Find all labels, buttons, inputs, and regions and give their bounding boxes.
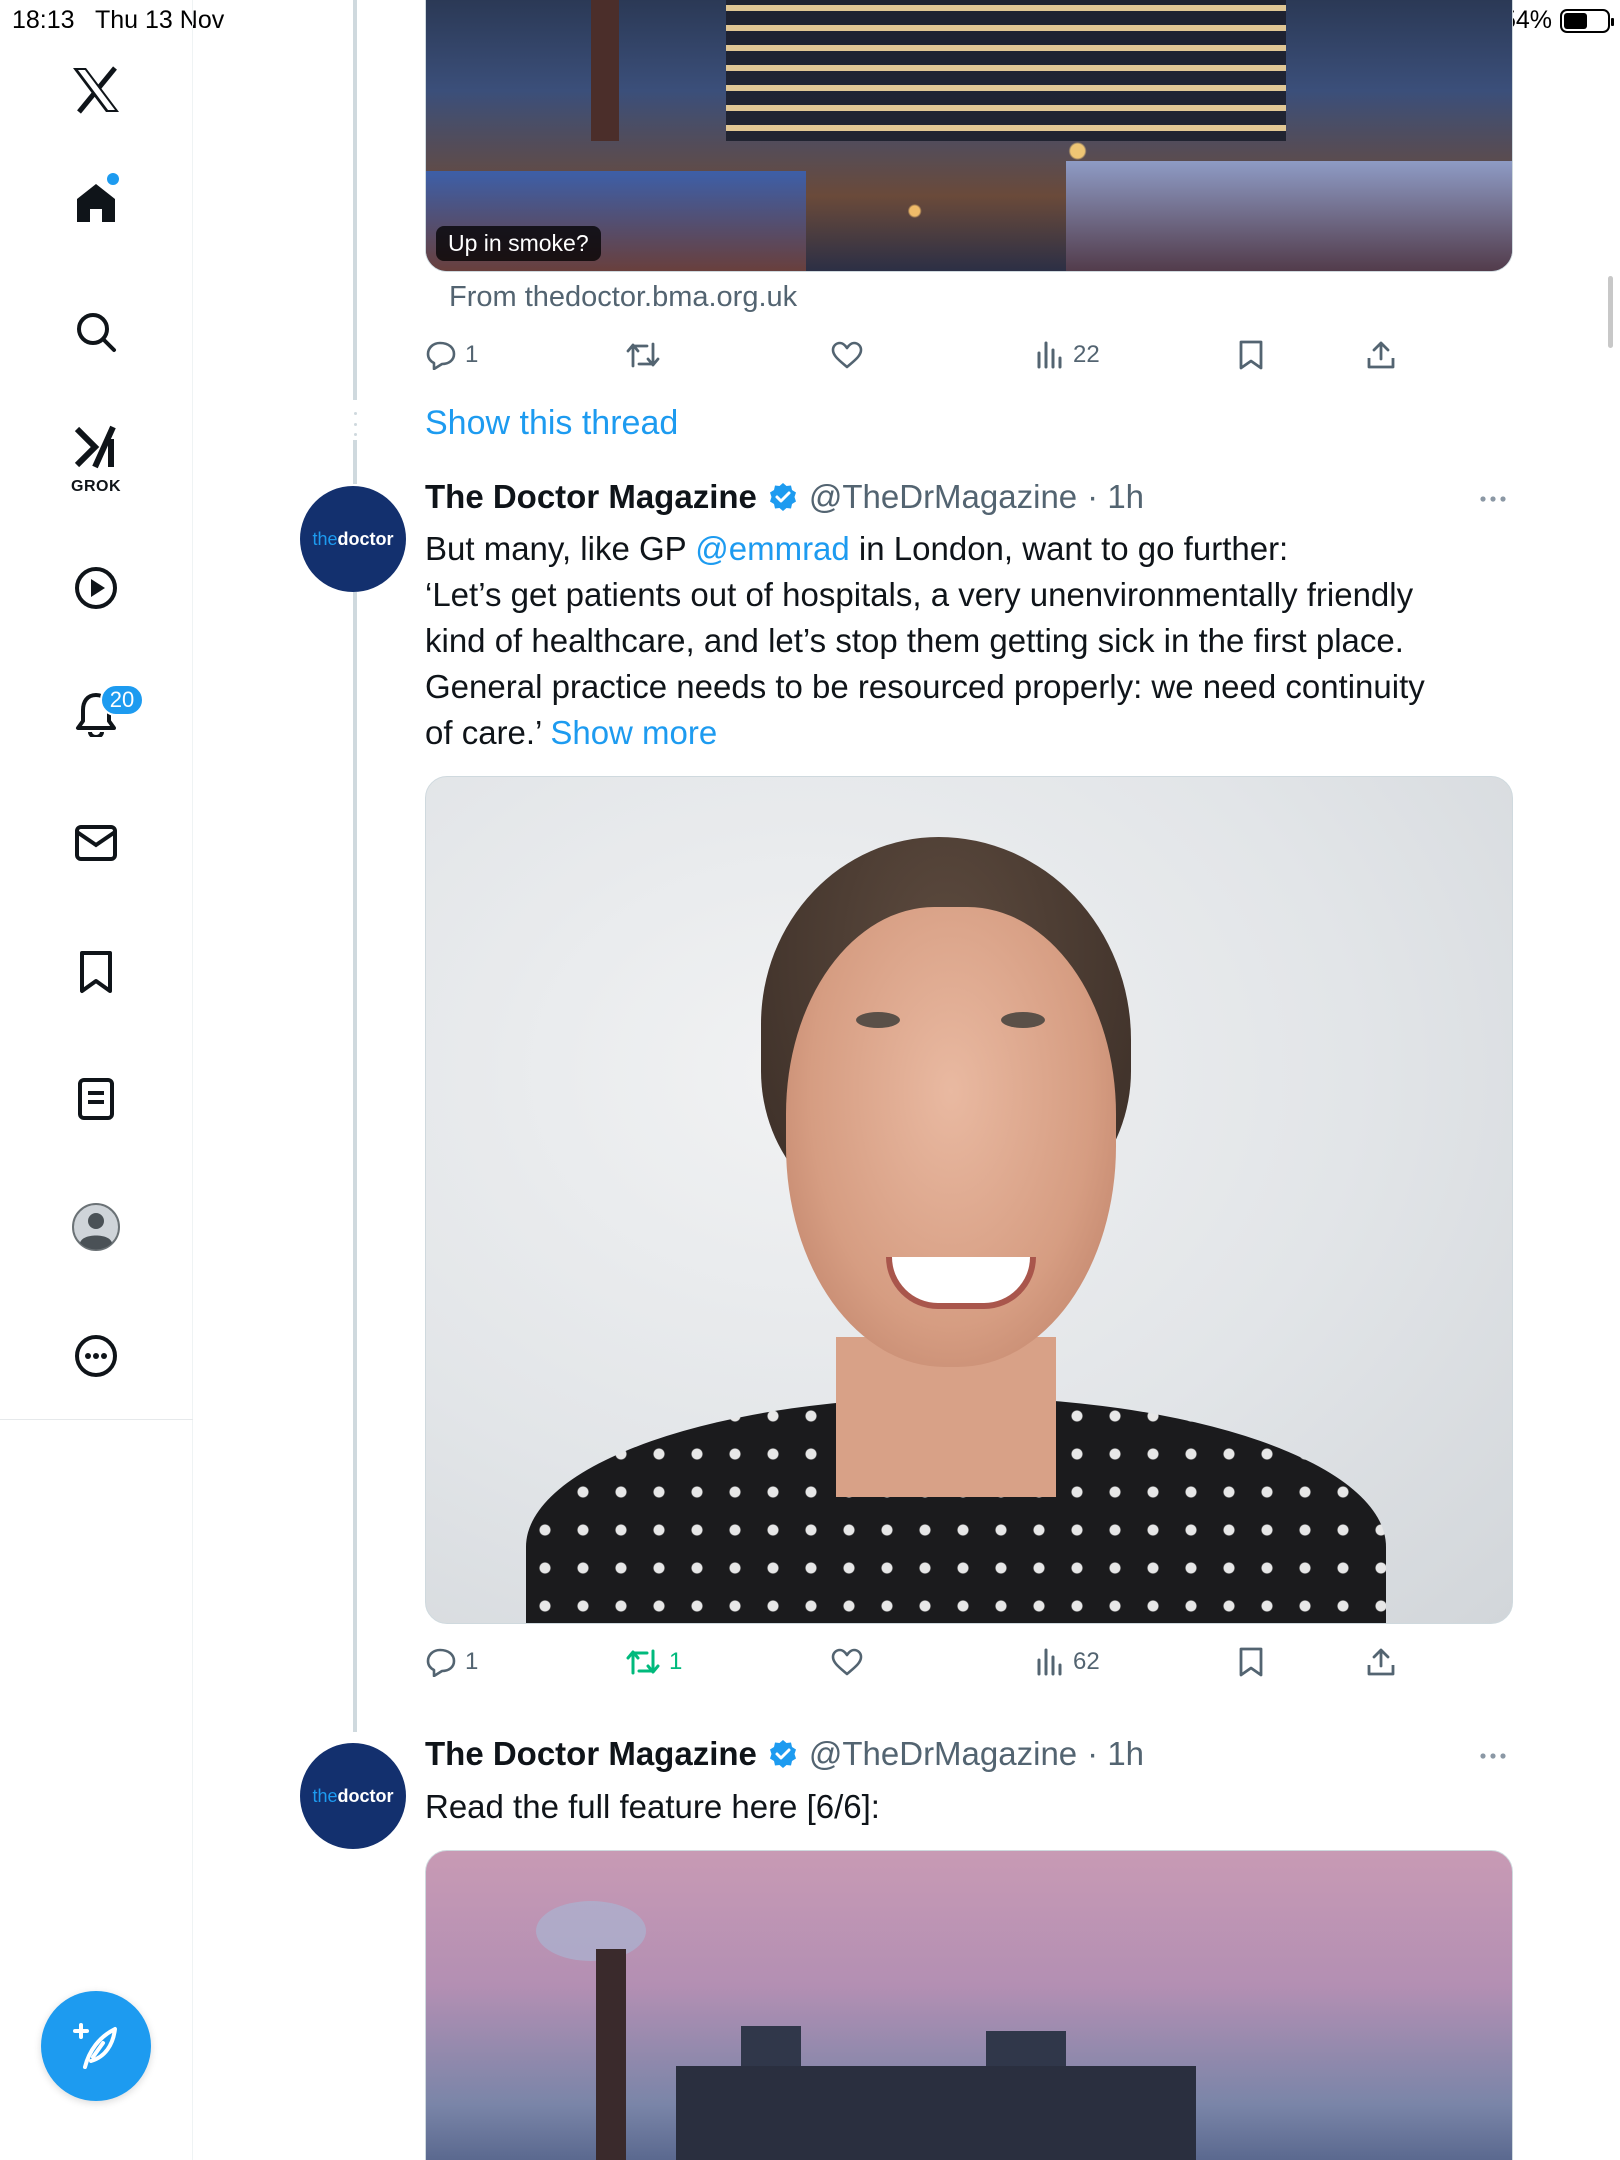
image-caption: Up in smoke?	[436, 226, 601, 261]
views-button[interactable]: 62	[1035, 1637, 1100, 1687]
avatar-text-the: the	[312, 528, 338, 549]
tweet-line: of care.’ Show more	[425, 710, 1505, 756]
bookmark-button[interactable]	[1237, 1637, 1265, 1687]
tweet-line: But many, like GP @emmrad in London, wan…	[425, 526, 1505, 572]
avatar-text-doctor: doctor	[337, 528, 394, 549]
tweet-more-icon[interactable]	[1478, 1741, 1508, 1776]
views-chart-icon	[1037, 341, 1062, 369]
views-chart-icon	[1037, 1648, 1062, 1676]
like-button[interactable]	[830, 1637, 864, 1687]
retweet-icon	[626, 342, 660, 368]
grok-icon[interactable]	[73, 425, 119, 469]
tweet-body: But many, like GP @emmrad in London, wan…	[425, 526, 1505, 756]
x-logo-icon[interactable]	[71, 66, 121, 114]
reply-count: 1	[465, 1648, 479, 1675]
views-count: 22	[1073, 341, 1100, 368]
retweet-count: 1	[669, 1648, 683, 1675]
tweet-more-icon[interactable]	[1478, 484, 1508, 519]
author-name[interactable]: The Doctor Magazine	[425, 478, 757, 516]
tweet-line: kind of healthcare, and let’s stop them …	[425, 622, 1404, 659]
mention-link[interactable]: @emmrad	[695, 530, 850, 567]
author-avatar[interactable]: the doctor	[300, 1743, 406, 1849]
show-more-link[interactable]: Show more	[550, 714, 717, 751]
tweet-text-prefix: But many, like GP	[425, 530, 696, 567]
tweet-line: General practice needs to be resourced p…	[425, 668, 1425, 705]
tweet-time[interactable]: · 1h	[1087, 478, 1144, 516]
share-button[interactable]	[1365, 1637, 1397, 1687]
search-icon[interactable]	[75, 311, 117, 353]
heart-icon	[831, 1648, 863, 1676]
link-source[interactable]: From thedoctor.bma.org.uk	[449, 281, 797, 314]
tweet-text-last: of care.’	[425, 714, 551, 751]
tweet-line: ‘Let’s get patients out of hospitals, a …	[425, 576, 1414, 613]
profile-avatar-icon[interactable]	[71, 1202, 121, 1252]
reply-icon	[426, 341, 456, 370]
home-icon[interactable]	[74, 181, 118, 225]
video-icon[interactable]	[74, 566, 118, 610]
avatar-text-the: the	[312, 1785, 338, 1806]
tweet-body: Read the full feature here [6/6]:	[425, 1784, 1505, 1830]
views-count: 62	[1073, 1648, 1100, 1675]
bookmark-icon	[1239, 340, 1263, 370]
thread-line	[353, 440, 357, 484]
verified-badge-icon	[769, 483, 796, 511]
scrollbar[interactable]	[1608, 276, 1613, 348]
compose-feather-icon	[73, 2023, 117, 2069]
author-avatar[interactable]: the doctor	[300, 486, 406, 592]
author-handle[interactable]: @TheDrMagazine	[809, 1735, 1077, 1773]
thread-line	[353, 592, 357, 1732]
tweet-header: The Doctor Magazine @TheDrMagazine · 1h	[425, 478, 1144, 516]
article-image-bottom[interactable]	[425, 1850, 1513, 2160]
tweet-text-suffix: in London, want to go further:	[849, 530, 1289, 567]
thread-gap-dots	[351, 412, 359, 436]
retweet-icon	[626, 1649, 660, 1675]
notifications-badge: 20	[100, 684, 144, 716]
bookmark-icon[interactable]	[78, 950, 114, 994]
tweet-photo-portrait[interactable]	[425, 776, 1513, 1624]
retweet-button[interactable]	[625, 330, 661, 380]
bookmark-button[interactable]	[1237, 330, 1265, 380]
article-image-top[interactable]: Up in smoke?	[425, 0, 1513, 272]
verified-badge-icon	[769, 1740, 796, 1768]
show-thread-link[interactable]: Show this thread	[425, 404, 678, 443]
views-button[interactable]: 22	[1035, 330, 1100, 380]
home-unread-dot	[107, 173, 119, 185]
battery-icon	[1560, 8, 1614, 33]
action-bar: 1 1 62	[425, 1637, 1425, 1687]
tweet-header: The Doctor Magazine @TheDrMagazine · 1h	[425, 1735, 1144, 1773]
share-icon	[1367, 1648, 1395, 1676]
action-bar: 1 22	[425, 330, 1425, 380]
sidebar-divider	[0, 1419, 193, 1420]
share-button[interactable]	[1365, 330, 1397, 380]
reply-icon	[426, 1648, 456, 1677]
compose-button[interactable]	[41, 1991, 151, 2101]
like-button[interactable]	[830, 330, 864, 380]
messages-icon[interactable]	[74, 824, 118, 862]
author-handle[interactable]: @TheDrMagazine	[809, 478, 1077, 516]
retweet-button[interactable]: 1	[625, 1637, 682, 1687]
tweet-line: Read the full feature here [6/6]:	[425, 1788, 880, 1825]
more-options-icon[interactable]	[74, 1334, 118, 1378]
thread-line	[353, 0, 357, 400]
bookmark-icon	[1239, 1647, 1263, 1677]
tweet-time[interactable]: · 1h	[1087, 1735, 1144, 1773]
reply-button[interactable]: 1	[425, 1637, 478, 1687]
heart-icon	[831, 341, 863, 369]
author-name[interactable]: The Doctor Magazine	[425, 1735, 757, 1773]
avatar-text-doctor: doctor	[337, 1785, 394, 1806]
lists-icon[interactable]	[77, 1077, 115, 1121]
grok-label: GROK	[71, 478, 121, 495]
share-icon	[1367, 341, 1395, 369]
reply-count: 1	[465, 341, 479, 368]
reply-button[interactable]: 1	[425, 330, 478, 380]
